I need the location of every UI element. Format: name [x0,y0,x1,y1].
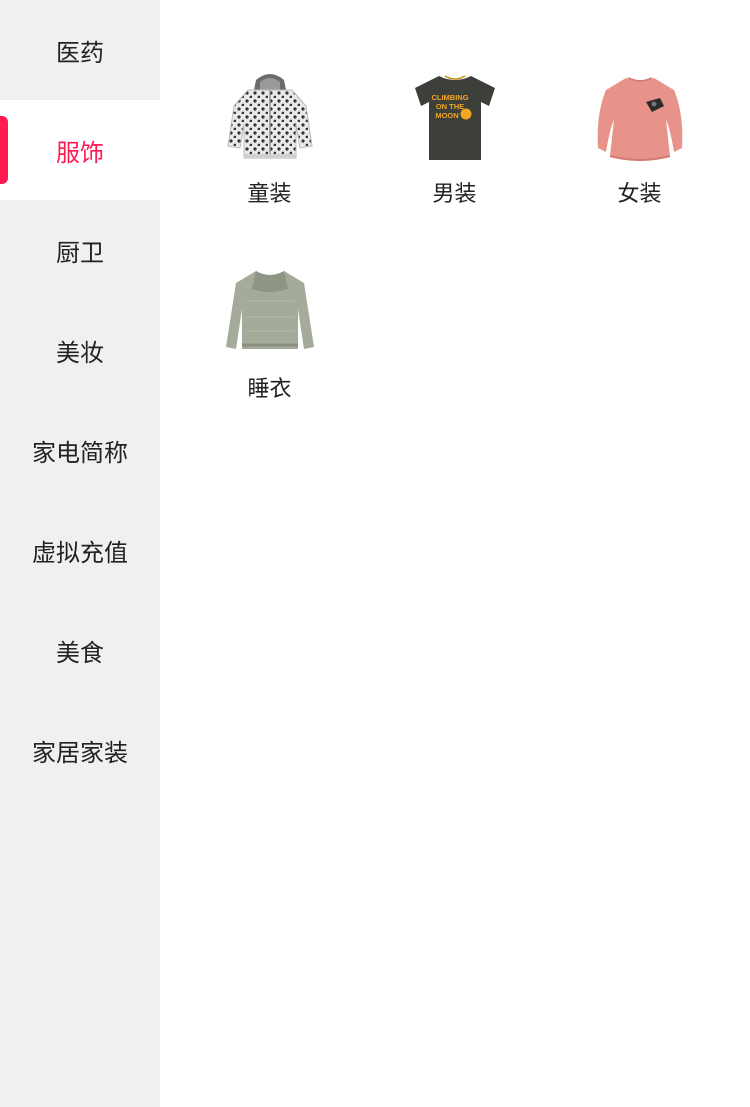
sidebar-item-label: 厨卫 [56,238,104,267]
sidebar-item-kitchen-bath[interactable]: 厨卫 [0,200,160,300]
shirt-print-line: MOON [435,111,458,120]
active-indicator [0,116,8,184]
subcategory-pajamas[interactable]: 睡衣 [177,261,362,424]
sidebar-item-virtual-recharge[interactable]: 虚拟充值 [0,500,160,600]
sidebar-item-label: 服饰 [56,138,104,167]
womens-sweater-icon [597,77,682,161]
shirt-print-line: CLIMBING [431,93,468,102]
subcategory-womens-wear[interactable]: 女装 [547,66,732,229]
pajama-sweater-icon [225,271,314,349]
sidebar-item-label: 美食 [56,638,104,667]
sidebar-item-label: 家居家装 [32,738,128,767]
category-sidebar: 医药 服饰 厨卫 美妆 家电简称 虚拟充值 美食 家居家装 [0,0,160,1107]
sidebar-item-apparel[interactable]: 服饰 [0,100,160,200]
subcategory-panel: 童装 CLIMBING ON THE MOON 男装 女装 睡衣 [160,0,750,1107]
shirt-print-line: ON THE [435,102,463,111]
sidebar-item-label: 虚拟充值 [32,538,128,567]
sidebar-item-label: 医药 [56,38,104,67]
sidebar-item-home-furnishing[interactable]: 家居家装 [0,700,160,800]
subcategory-label: 睡衣 [247,377,292,402]
sidebar-item-medicine[interactable]: 医药 [0,0,160,100]
subcategory-kids-wear[interactable]: 童装 [177,66,362,229]
mens-tshirt-icon: CLIMBING ON THE MOON [414,75,495,160]
sidebar-item-label: 美妆 [56,338,104,367]
subcategory-grid: 童装 CLIMBING ON THE MOON 男装 女装 睡衣 [177,66,732,424]
sidebar-item-beauty[interactable]: 美妆 [0,300,160,400]
subcategory-label: 女装 [617,182,662,207]
subcategory-label: 童装 [247,182,292,207]
sidebar-item-label: 家电简称 [32,438,128,467]
subcategory-label: 男装 [432,182,477,207]
subcategory-mens-wear[interactable]: CLIMBING ON THE MOON 男装 [362,66,547,229]
kids-hoodie-icon [226,74,313,159]
sidebar-item-food[interactable]: 美食 [0,600,160,700]
sidebar-item-appliances[interactable]: 家电简称 [0,400,160,500]
